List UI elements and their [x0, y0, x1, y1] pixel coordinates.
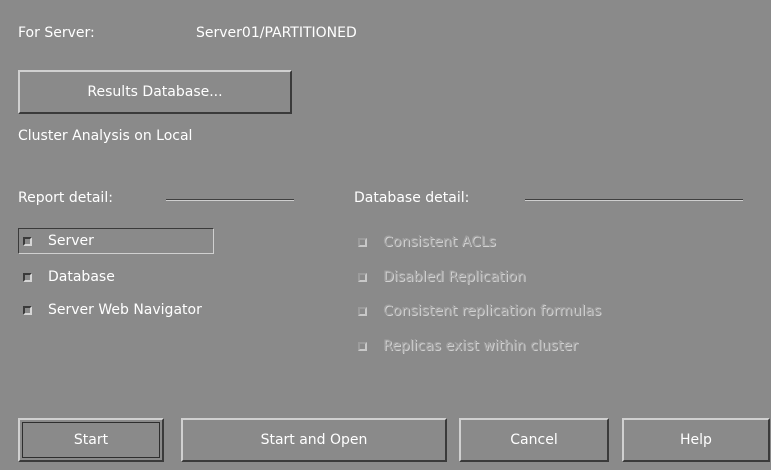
help-button[interactable]: Help: [622, 418, 770, 462]
server-name-value: Server01/PARTITIONED: [196, 25, 357, 41]
database-detail-divider: [525, 199, 743, 201]
checkbox-box: [358, 237, 367, 247]
checkbox-consistent-acls: Consistent ACLs: [354, 229, 496, 255]
cancel-button[interactable]: Cancel: [459, 418, 609, 462]
checkbox-replicas-exist-within-cluster: Replicas exist within cluster: [354, 333, 578, 359]
cluster-analysis-text: Cluster Analysis on Local: [18, 128, 193, 144]
checkbox-label: Consistent replication formulas: [383, 303, 602, 319]
checkbox-box: [358, 341, 367, 351]
checkbox-box[interactable]: [23, 272, 32, 282]
checkbox-label: Consistent ACLs: [383, 234, 496, 250]
checkbox-label: Replicas exist within cluster: [383, 338, 578, 354]
report-detail-divider: [166, 199, 294, 201]
checkbox-box[interactable]: [23, 305, 32, 315]
results-database-button[interactable]: Results Database...: [18, 70, 292, 114]
checkbox-box[interactable]: [23, 236, 32, 246]
report-detail-label: Report detail:: [18, 190, 113, 206]
checkbox-label: Disabled Replication: [383, 269, 526, 285]
checkbox-box: [358, 306, 367, 316]
checkbox-label: Database: [48, 269, 115, 285]
checkbox-consistent-replication-formulas: Consistent replication formulas: [354, 298, 601, 324]
checkbox-label: Server Web Navigator: [48, 302, 202, 318]
checkbox-label: Server: [48, 233, 94, 249]
checkbox-server[interactable]: Server: [18, 228, 214, 254]
for-server-label: For Server:: [18, 25, 95, 41]
start-button[interactable]: Start: [18, 418, 164, 462]
checkbox-disabled-replication: Disabled Replication: [354, 264, 526, 290]
checkbox-database[interactable]: Database: [19, 264, 115, 290]
checkbox-server-web-navigator[interactable]: Server Web Navigator: [19, 297, 202, 323]
database-detail-label: Database detail:: [354, 190, 470, 206]
start-and-open-button[interactable]: Start and Open: [181, 418, 447, 462]
checkbox-box: [358, 272, 367, 282]
